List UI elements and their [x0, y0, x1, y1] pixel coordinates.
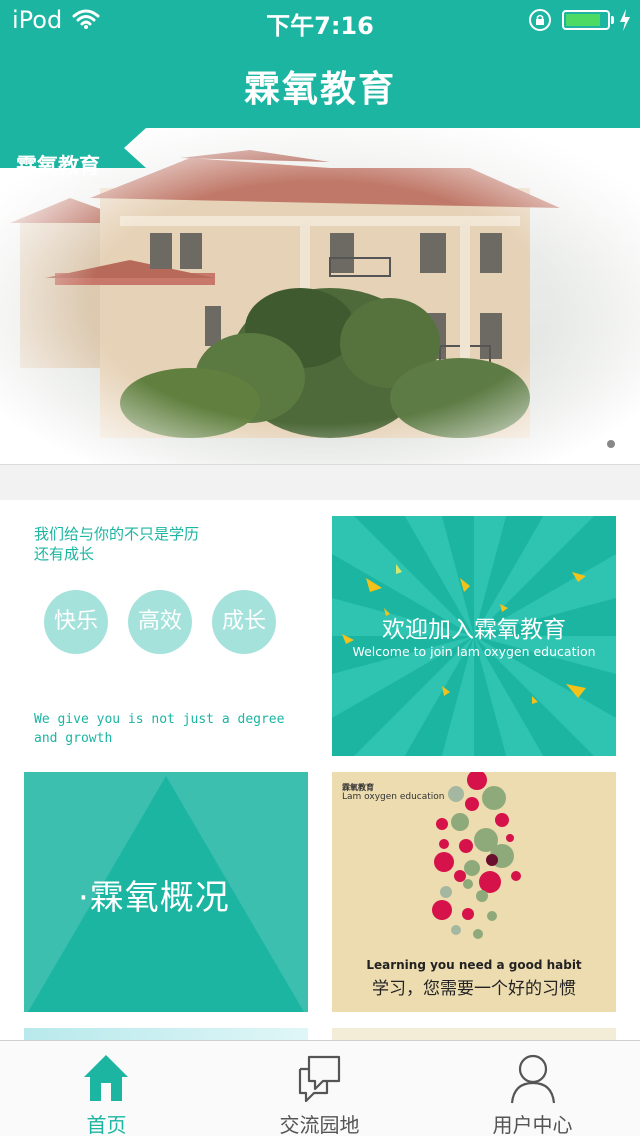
- welcome-subtitle: Welcome to join lam oxygen education: [352, 644, 596, 659]
- top-bar: iPod 下午7:16 霖氧教育: [0, 0, 640, 128]
- welcome-card[interactable]: 欢迎加入霖氧教育 Welcome to join lam oxygen educ…: [332, 516, 616, 756]
- app-screen: iPod 下午7:16 霖氧教育 霖氧教育 我们给与你的不只是学历 还有成长 快…: [0, 0, 640, 1136]
- next-card-left[interactable]: [24, 1028, 308, 1040]
- section-separator: [0, 464, 640, 500]
- tab-user-center-label: 用户中心: [492, 1113, 573, 1136]
- battery-fill: [566, 14, 600, 26]
- habit-card[interactable]: 霖氧教育 Lam oxygen education Learning you n…: [332, 772, 616, 1012]
- slogan-english-line-2: and growth: [34, 731, 113, 746]
- overview-card[interactable]: ·霖氧概况: [24, 772, 308, 1012]
- habit-chinese: 学习，您需要一个好的习惯: [372, 979, 576, 999]
- bubble-happy: 快乐: [44, 590, 108, 654]
- rotation-lock-icon: [528, 8, 552, 36]
- next-card-right[interactable]: [332, 1028, 616, 1040]
- welcome-title: 欢迎加入霖氧教育: [382, 617, 566, 643]
- home-icon: [84, 1055, 128, 1101]
- battery-icon: [562, 10, 610, 30]
- slogan-line-2: 还有成长: [34, 545, 95, 563]
- banner-tag-label: 霖氧教育: [16, 154, 100, 178]
- battery-tip: [611, 16, 614, 24]
- charging-bolt-icon: [618, 8, 632, 36]
- tab-community-label: 交流园地: [279, 1113, 360, 1136]
- slogan-english: We give you is not just a degree and gro…: [34, 710, 294, 748]
- user-icon: [510, 1054, 556, 1104]
- tab-bar: 首页 交流园地 用户中心: [0, 1040, 640, 1136]
- habit-brand-en: Lam oxygen education: [342, 792, 445, 802]
- page-title: 霖氧教育: [243, 69, 396, 110]
- tab-home-label: 首页: [86, 1113, 127, 1136]
- slogan-line-1: 我们给与你的不只是学历: [34, 525, 200, 543]
- slogan-chinese: 我们给与你的不只是学历 还有成长: [34, 524, 199, 564]
- overview-title: ·霖氧概况: [78, 878, 230, 918]
- tab-home[interactable]: 首页: [0, 1041, 213, 1136]
- status-bar: iPod 下午7:16: [0, 0, 640, 40]
- slogan-card[interactable]: 我们给与你的不只是学历 还有成长 快乐 高效 成长 We give you is…: [24, 516, 308, 756]
- carousel-page-dot[interactable]: [607, 440, 615, 448]
- tab-community[interactable]: 交流园地: [213, 1041, 426, 1136]
- chat-bubbles-icon: [298, 1055, 341, 1103]
- banner-carousel[interactable]: 霖氧教育: [0, 128, 640, 464]
- bubble-growth: 成长: [212, 590, 276, 654]
- tab-user-center[interactable]: 用户中心: [426, 1041, 639, 1136]
- bubble-efficient: 高效: [128, 590, 192, 654]
- slogan-english-line-1: We give you is not just a degree: [34, 712, 285, 727]
- habit-english: Learning you need a good habit: [366, 958, 582, 972]
